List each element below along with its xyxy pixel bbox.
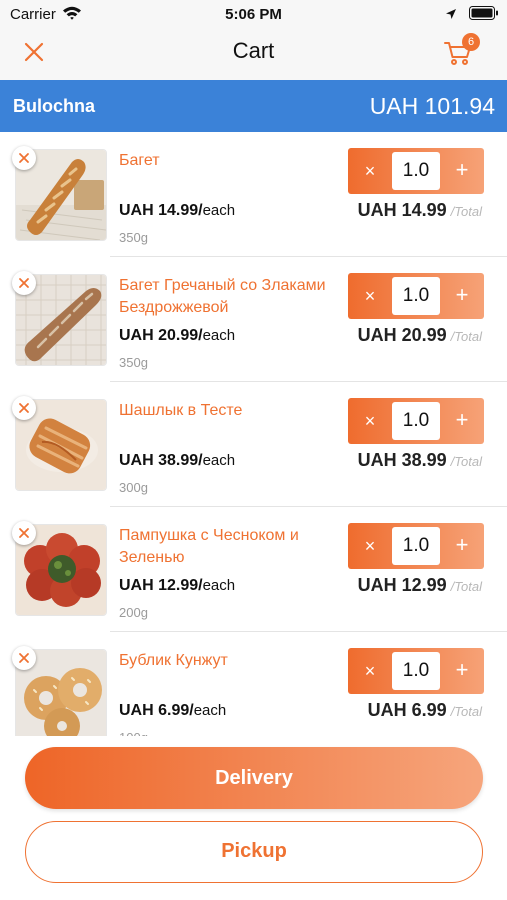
decrease-button[interactable]: × bbox=[348, 523, 392, 569]
increase-button[interactable]: + bbox=[440, 648, 484, 694]
unit-price: UAH 20.99/each bbox=[119, 327, 235, 345]
product-name[interactable]: Пампушка с Чесноком и Зеленью bbox=[119, 525, 329, 569]
remove-item-button[interactable] bbox=[12, 146, 36, 170]
unit-price-value: UAH 6.99/ bbox=[119, 702, 194, 719]
decrease-button[interactable]: × bbox=[348, 148, 392, 194]
pickup-button[interactable]: Pickup bbox=[25, 821, 483, 883]
unit-price: UAH 6.99/each bbox=[119, 702, 226, 720]
line-total-amount: UAH 14.99 bbox=[357, 200, 447, 220]
line-total-label: /Total bbox=[450, 579, 482, 594]
quantity-field[interactable]: 1.0 bbox=[392, 277, 440, 315]
unit-price-each: each bbox=[202, 327, 236, 344]
unit-price-each: each bbox=[202, 202, 236, 219]
remove-item-button[interactable] bbox=[12, 396, 36, 420]
quantity-field[interactable]: 1.0 bbox=[392, 402, 440, 440]
unit-price: UAH 14.99/each bbox=[119, 202, 235, 220]
line-total: UAH 38.99/Total bbox=[358, 450, 482, 471]
cart-item: Багет UAH 14.99/each 350g × 1.0 + UAH 14… bbox=[0, 132, 507, 257]
location-arrow-icon bbox=[445, 7, 457, 25]
line-total: UAH 6.99/Total bbox=[368, 700, 482, 721]
unit-price-value: UAH 12.99/ bbox=[119, 577, 203, 594]
status-bar: Carrier 5:06 PM bbox=[0, 0, 507, 28]
battery-icon bbox=[469, 6, 499, 26]
page-title: Cart bbox=[232, 38, 275, 63]
quantity-field[interactable]: 1.0 bbox=[392, 152, 440, 190]
store-name: Bulochna bbox=[13, 96, 96, 116]
decrease-button[interactable]: × bbox=[348, 273, 392, 319]
cart-item: Бублик Кунжут UAH 6.99/each 100g × 1.0 +… bbox=[0, 632, 507, 736]
unit-price-value: UAH 38.99/ bbox=[119, 452, 203, 469]
product-weight: 300g bbox=[119, 480, 148, 495]
unit-price-each: each bbox=[193, 702, 227, 719]
increase-button[interactable]: + bbox=[440, 398, 484, 444]
line-total: UAH 20.99/Total bbox=[358, 325, 482, 346]
cart-item: Багет Гречаный со Злаками Бездрожжевой U… bbox=[0, 257, 507, 382]
increase-button[interactable]: + bbox=[440, 273, 484, 319]
remove-item-button[interactable] bbox=[12, 271, 36, 295]
line-total-label: /Total bbox=[450, 454, 482, 469]
product-weight: 200g bbox=[119, 605, 148, 620]
quantity-field[interactable]: 1.0 bbox=[392, 652, 440, 690]
line-total-amount: UAH 6.99 bbox=[367, 700, 447, 720]
line-total: UAH 14.99/Total bbox=[358, 200, 482, 221]
quantity-stepper: × 1.0 + bbox=[348, 523, 484, 569]
quantity-stepper: × 1.0 + bbox=[348, 148, 484, 194]
line-total: UAH 12.99/Total bbox=[358, 575, 482, 596]
increase-button[interactable]: + bbox=[440, 148, 484, 194]
unit-price: UAH 12.99/each bbox=[119, 577, 235, 595]
product-name[interactable]: Багет Гречаный со Злаками Бездрожжевой bbox=[119, 275, 329, 319]
decrease-button[interactable]: × bbox=[348, 648, 392, 694]
increase-button[interactable]: + bbox=[440, 523, 484, 569]
nav-bar: Cart 6 bbox=[0, 28, 507, 80]
quantity-stepper: × 1.0 + bbox=[348, 398, 484, 444]
cart-item: Пампушка с Чесноком и Зеленью UAH 12.99/… bbox=[0, 507, 507, 632]
line-total-amount: UAH 38.99 bbox=[357, 450, 447, 470]
unit-price-each: each bbox=[202, 577, 236, 594]
line-total-amount: UAH 12.99 bbox=[357, 575, 447, 595]
line-total-label: /Total bbox=[450, 204, 482, 219]
clock: 5:06 PM bbox=[225, 6, 282, 23]
line-total-label: /Total bbox=[450, 329, 482, 344]
unit-price-value: UAH 14.99/ bbox=[119, 202, 203, 219]
line-total-label: /Total bbox=[450, 704, 482, 719]
remove-item-button[interactable] bbox=[12, 521, 36, 545]
cart-list[interactable]: Багет UAH 14.99/each 350g × 1.0 + UAH 14… bbox=[0, 132, 507, 736]
decrease-button[interactable]: × bbox=[348, 398, 392, 444]
remove-item-button[interactable] bbox=[12, 646, 36, 670]
product-name[interactable]: Бублик Кунжут bbox=[119, 650, 329, 672]
product-weight: 350g bbox=[119, 355, 148, 370]
quantity-stepper: × 1.0 + bbox=[348, 273, 484, 319]
product-name[interactable]: Багет bbox=[119, 150, 329, 172]
unit-price-value: UAH 20.99/ bbox=[119, 327, 203, 344]
product-name[interactable]: Шашлык в Тесте bbox=[119, 400, 329, 422]
unit-price-each: each bbox=[202, 452, 236, 469]
delivery-button[interactable]: Delivery bbox=[25, 747, 483, 809]
line-total-amount: UAH 20.99 bbox=[357, 325, 447, 345]
quantity-stepper: × 1.0 + bbox=[348, 648, 484, 694]
quantity-field[interactable]: 1.0 bbox=[392, 527, 440, 565]
store-header: Bulochna UAH 101.94 bbox=[0, 80, 507, 132]
cart-count-badge: 6 bbox=[462, 33, 480, 51]
cart-item: Шашлык в Тесте UAH 38.99/each 300g × 1.0… bbox=[0, 382, 507, 507]
product-weight: 100g bbox=[119, 730, 148, 736]
cart-total: UAH 101.94 bbox=[369, 93, 495, 119]
unit-price: UAH 38.99/each bbox=[119, 452, 235, 470]
product-weight: 350g bbox=[119, 230, 148, 245]
